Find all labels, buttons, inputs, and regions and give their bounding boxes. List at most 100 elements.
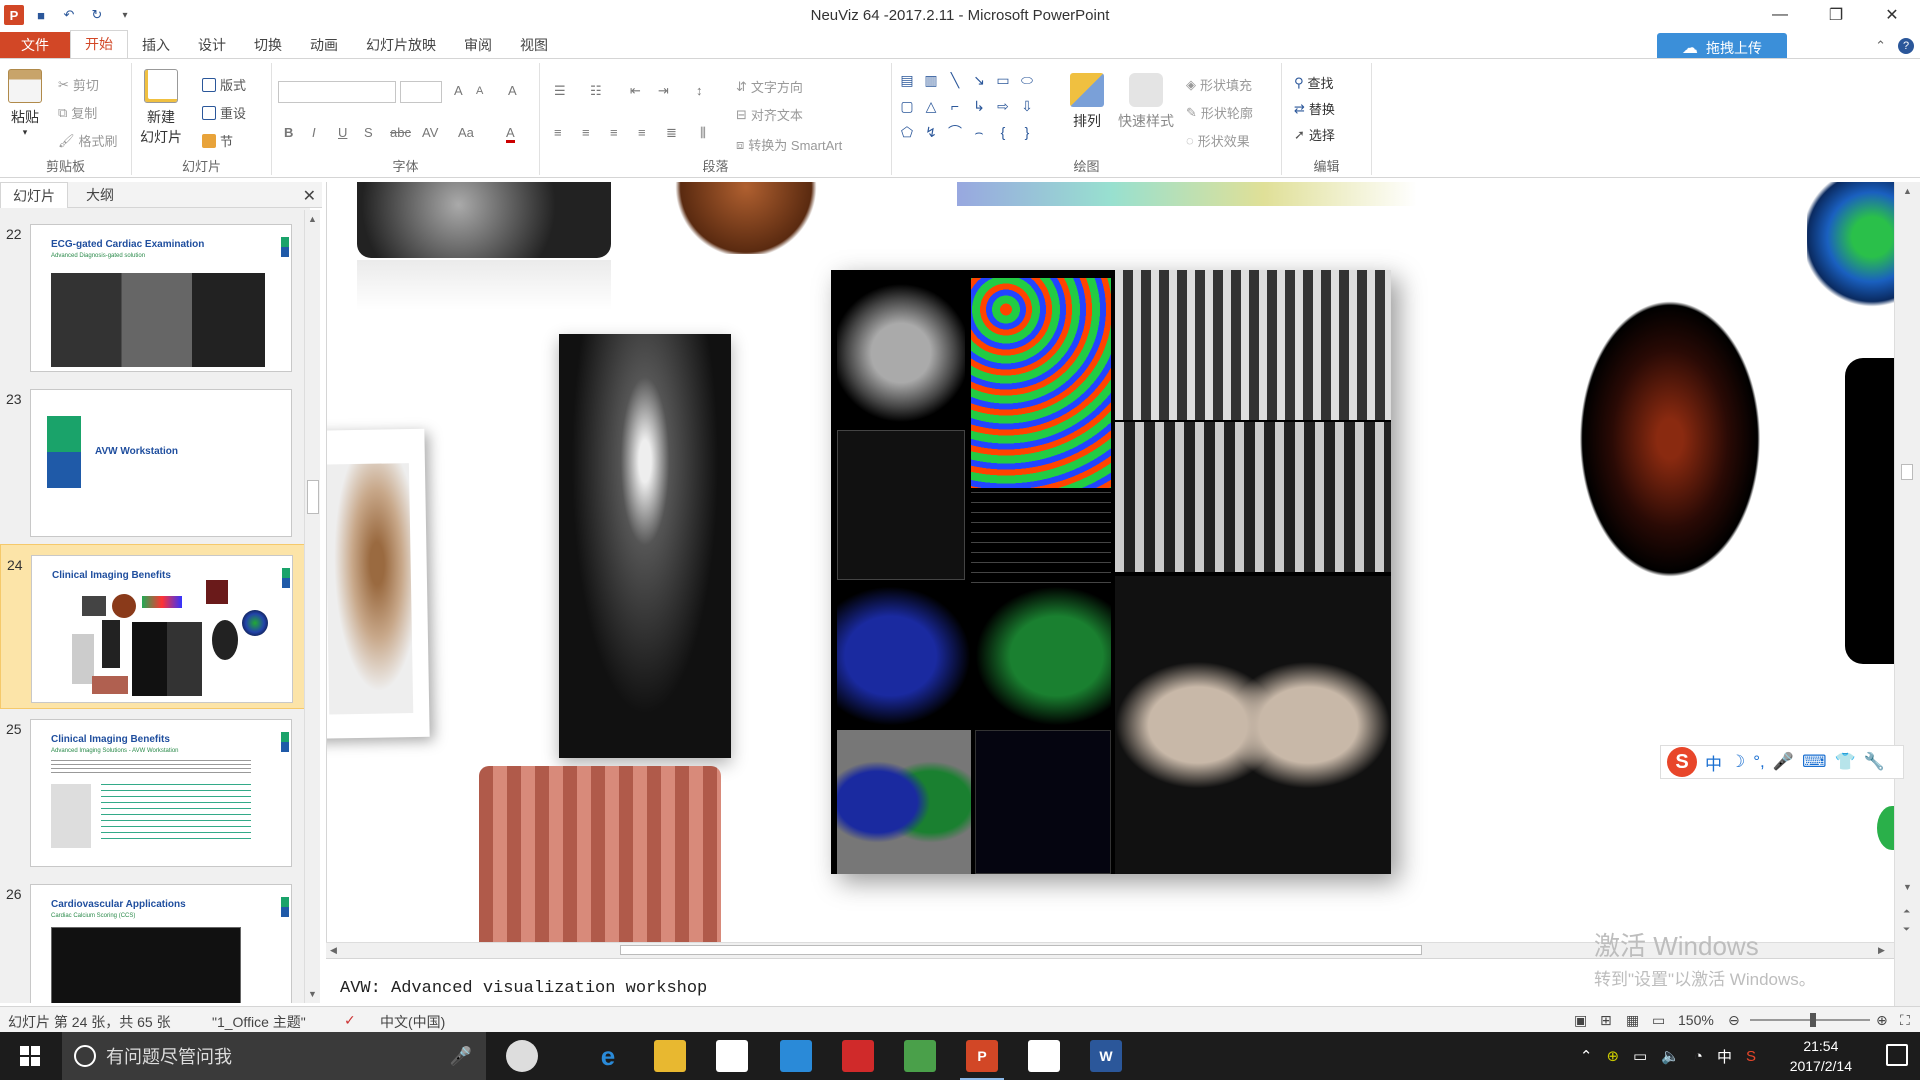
scrollbar-thumb[interactable]	[307, 480, 319, 514]
save-icon[interactable]: ■	[30, 4, 52, 26]
minimize-button[interactable]: —	[1752, 0, 1808, 30]
word-taskbar-icon[interactable]: W	[1090, 1040, 1122, 1072]
scroll-up-icon[interactable]: ▲	[308, 214, 317, 224]
select-button[interactable]: ➚ 选择	[1294, 125, 1335, 144]
thumbnail-slide-22[interactable]: ECG-gated Cardiac Examination Advanced D…	[30, 224, 292, 372]
align-right-icon[interactable]: ≡	[610, 125, 618, 140]
tab-file[interactable]: 文件	[0, 32, 70, 58]
shapes-gallery[interactable]: ▤ ▥ ╲ ↘ ▭ ⬭ ▢ △ ⌐ ↳ ⇨ ⇩ ⬠ ↯ ⌒ ⌢ { }	[898, 71, 1048, 147]
wifi-icon[interactable]: ◔	[1694, 1048, 1703, 1065]
notes-text[interactable]: AVW: Advanced visualization workshop	[340, 979, 707, 998]
v-scrollbar-thumb[interactable]	[1901, 464, 1913, 480]
slide-image-polar-map[interactable]	[1807, 182, 1894, 312]
paste-button[interactable]: 粘贴 ▾	[8, 69, 42, 138]
language-status[interactable]: 中文(中国)	[380, 1012, 445, 1032]
clock[interactable]: 21:54 2017/2/14	[1790, 1036, 1852, 1076]
mail-icon[interactable]	[1028, 1040, 1060, 1072]
decrease-indent-icon[interactable]: ⇤	[630, 83, 641, 99]
reading-view-icon[interactable]: ▦	[1626, 1012, 1639, 1029]
close-button[interactable]: ✕	[1864, 0, 1920, 30]
vertical-textbox-shape-icon[interactable]: ▥	[922, 71, 940, 89]
elbow-shape-icon[interactable]: ⌐	[946, 97, 964, 115]
align-center-icon[interactable]: ≡	[582, 125, 590, 140]
shape-effects-button[interactable]: ◌ 形状效果	[1186, 131, 1250, 150]
sogou-logo-icon[interactable]: S	[1667, 747, 1697, 777]
tab-outline-panel[interactable]: 大纲	[74, 182, 126, 208]
replace-button[interactable]: ⇄ 替换	[1294, 99, 1335, 118]
zoom-slider[interactable]	[1750, 1013, 1870, 1027]
shape-outline-button[interactable]: ✎ 形状轮廓	[1186, 103, 1253, 122]
slide-image-aorta-angiogram[interactable]	[559, 334, 731, 758]
powerpoint-taskbar-icon[interactable]: P	[960, 1040, 1004, 1080]
text-direction-button[interactable]: ⇵ 文字方向	[736, 77, 803, 96]
slide-image-heart[interactable]	[671, 182, 821, 254]
cut-button[interactable]: ✂ 剪切	[58, 75, 99, 94]
align-left-icon[interactable]: ≡	[554, 125, 562, 140]
distributed-icon[interactable]: ≣	[666, 125, 677, 141]
strikethrough-button[interactable]: abc	[390, 125, 411, 140]
wrench-icon[interactable]: 🔧	[1864, 752, 1885, 772]
volume-icon[interactable]: 🔈	[1661, 1047, 1680, 1065]
microphone-icon[interactable]: 🎤	[450, 1046, 472, 1067]
tray-app-icon[interactable]: ⊕	[1606, 1047, 1619, 1065]
redo-icon[interactable]: ↻	[86, 4, 108, 26]
tray-chevron-icon[interactable]: ⌃	[1580, 1047, 1593, 1065]
tab-slides-panel[interactable]: 幻灯片	[0, 182, 68, 208]
arrow-line-shape-icon[interactable]: ↘	[970, 71, 988, 89]
tab-animations[interactable]: 动画	[296, 32, 352, 58]
justify-icon[interactable]: ≡	[638, 125, 646, 140]
new-slide-button[interactable]: 新建 幻灯片	[140, 69, 182, 147]
slide-image-vessel-top[interactable]	[357, 182, 611, 258]
restore-button[interactable]: ❐	[1808, 0, 1864, 30]
shape-fill-button[interactable]: ◈ 形状填充	[1186, 75, 1252, 94]
close-panel-icon[interactable]: ✕	[303, 186, 316, 206]
thumbnail-row-22[interactable]: 22 ECG-gated Cardiac Examination Advance…	[0, 214, 310, 379]
file-explorer-icon[interactable]	[654, 1040, 686, 1072]
slide-image-collage[interactable]	[831, 270, 1391, 874]
ime-toolbar[interactable]: S 中 ☽ °, 🎤 ⌨ 👕 🔧	[1660, 745, 1904, 779]
undo-icon[interactable]: ↶	[58, 4, 80, 26]
powerpoint-logo-icon[interactable]: P	[4, 5, 24, 25]
scroll-down-icon[interactable]: ▼	[308, 989, 317, 999]
tab-view[interactable]: 视图	[506, 32, 562, 58]
thumbnail-slide-23[interactable]: AVW Workstation	[30, 389, 292, 537]
left-brace-shape-icon[interactable]: {	[994, 123, 1012, 141]
section-button[interactable]: 节	[202, 131, 233, 150]
numbering-icon[interactable]: ☷	[590, 83, 602, 99]
smartart-button[interactable]: ⧈ 转换为 SmartArt	[736, 135, 842, 154]
slide-sorter-icon[interactable]: ⊞	[1600, 1012, 1612, 1029]
thumbnail-row-24[interactable]: 24 Clinical Imaging Benefits	[0, 544, 310, 709]
thumbnail-slide-25[interactable]: Clinical Imaging Benefits Advanced Imagi…	[30, 719, 292, 867]
shadow-button[interactable]: S	[364, 125, 373, 140]
char-spacing-button[interactable]: AV	[422, 125, 438, 140]
microphone-icon[interactable]: 🎤	[1773, 752, 1794, 772]
oval-shape-icon[interactable]: ⬭	[1018, 71, 1036, 89]
tab-design[interactable]: 设计	[184, 32, 240, 58]
spellcheck-icon[interactable]: ✓	[344, 1012, 356, 1029]
zoom-out-icon[interactable]: ⊖	[1728, 1012, 1740, 1029]
sogou-tray-icon[interactable]: S	[1746, 1048, 1756, 1065]
italic-button[interactable]: I	[312, 125, 316, 140]
slide-image-colon-surface[interactable]	[479, 766, 721, 942]
keyboard-icon[interactable]: ⌨	[1802, 752, 1827, 772]
font-color-button[interactable]: A	[506, 125, 515, 143]
taskbar-search[interactable]: 有问题尽管问我 🎤	[62, 1032, 486, 1080]
increase-indent-icon[interactable]: ⇥	[658, 83, 669, 99]
triangle-shape-icon[interactable]: △	[922, 97, 940, 115]
copy-button[interactable]: ⧉ 复制	[58, 103, 97, 122]
slide-image-brain-vessels[interactable]	[327, 428, 430, 740]
font-size-combo[interactable]	[400, 81, 442, 103]
bullets-icon[interactable]: ☰	[554, 83, 566, 99]
previous-slide-icon[interactable]: ⏶	[1903, 906, 1910, 917]
slide-image-color-strip[interactable]	[957, 182, 1417, 206]
columns-icon[interactable]: ⫼	[700, 125, 706, 141]
zoom-in-icon[interactable]: ⊕	[1876, 1012, 1888, 1029]
slide-green-circle-icon[interactable]	[1877, 806, 1894, 850]
app-blue-icon[interactable]	[780, 1040, 812, 1072]
underline-button[interactable]: U	[338, 125, 347, 140]
slideshow-view-icon[interactable]: ▭	[1652, 1012, 1665, 1029]
right-brace-shape-icon[interactable]: }	[1018, 123, 1036, 141]
lightning-shape-icon[interactable]: ↯	[922, 123, 940, 141]
zoom-level[interactable]: 150%	[1678, 1012, 1714, 1028]
normal-view-icon[interactable]: ▣	[1574, 1012, 1587, 1029]
